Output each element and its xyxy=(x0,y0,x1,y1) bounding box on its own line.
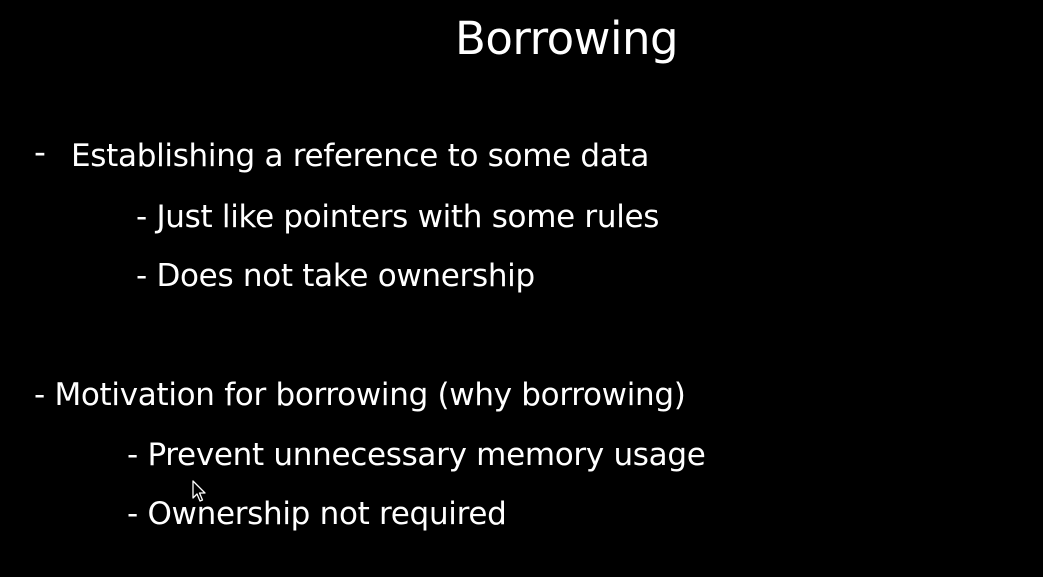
sub-bullet-ownership-not-required: - Ownership not required xyxy=(127,496,507,532)
sub-bullet-memory-usage: - Prevent unnecessary memory usage xyxy=(127,437,706,473)
bullet-marker: - xyxy=(34,132,46,171)
bullet-motivation: - Motivation for borrowing (why borrowin… xyxy=(34,377,686,413)
slide-title: Borrowing xyxy=(455,12,679,65)
bullet-establishing-reference: Establishing a reference to some data xyxy=(71,138,650,174)
presentation-slide: Borrowing - Establishing a reference to … xyxy=(0,0,1043,577)
sub-bullet-no-ownership: - Does not take ownership xyxy=(136,258,535,294)
mouse-pointer-icon xyxy=(192,480,206,502)
sub-bullet-pointers-with-rules: - Just like pointers with some rules xyxy=(136,199,660,235)
